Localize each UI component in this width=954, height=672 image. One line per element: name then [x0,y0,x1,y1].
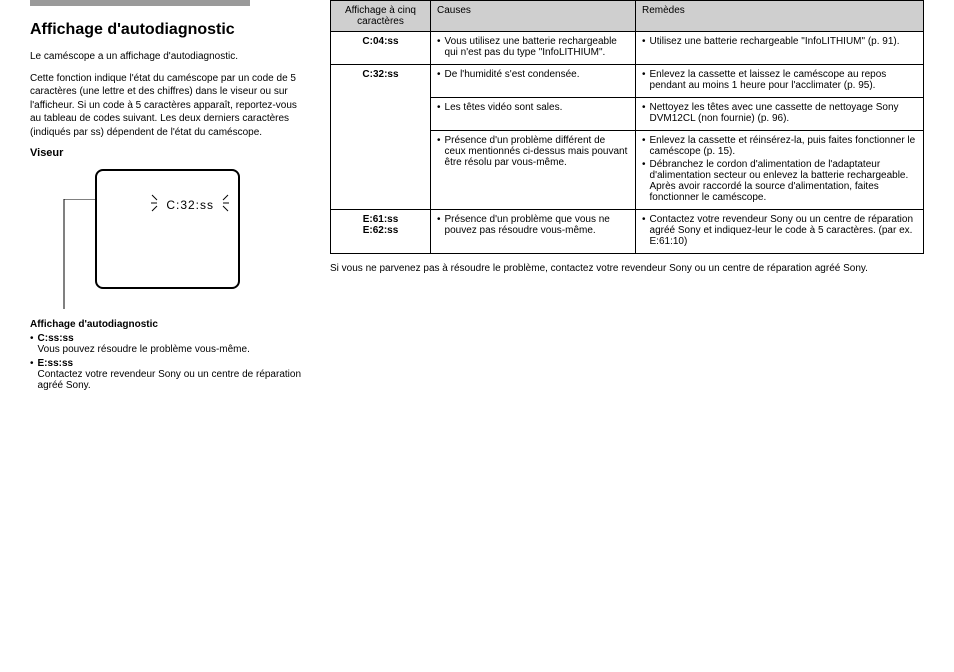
cause-text: De l'humidité s'est condensée. [445,69,580,80]
intro-paragraph-1: Le caméscope a un affichage d'autodiagno… [30,50,310,64]
fix-text: Utilisez une batterie rechargeable "Info… [650,36,900,47]
fix-text: Enlevez la cassette et laissez le camésc… [650,69,917,91]
section-heading: Affichage d'autodiagnostic [30,20,310,40]
cause-cell: Vous utilisez une batterie rechargeable … [431,32,636,65]
table-header-fix: Remèdes [636,1,924,32]
fix-text: Débranchez le cordon d'alimentation de l… [650,159,917,203]
code-cell: E:61:ss E:62:ss [331,210,431,254]
caption-desc-e: Contactez votre revendeur Sony ou un cen… [38,369,302,391]
caption-desc-c: Vous pouvez résoudre le problème vous-mê… [38,344,250,355]
fix-text: Nettoyez les têtes avec une cassette de … [650,102,917,124]
caption-code-e: E:ss:ss [38,358,74,369]
fix-cell: Contactez votre revendeur Sony ou un cen… [636,210,924,254]
leader-line [62,199,95,309]
cause-text: Vous utilisez une batterie rechargeable … [445,36,629,58]
fix-cell: Enlevez la cassette et réinsérez-la, pui… [636,131,924,210]
fix-text: Enlevez la cassette et réinsérez-la, pui… [650,135,917,157]
code-text: E:62:ss [363,225,399,236]
diagram-title: Viseur [30,147,310,159]
code-cell: C:04:ss [331,32,431,65]
code-text: E:61:ss [363,214,399,225]
viewfinder-diagram: C:32:ss [60,169,240,309]
fix-cell: Nettoyez les têtes avec une cassette de … [636,98,924,131]
table-row: E:61:ss E:62:ss Présence d'un problème q… [331,210,924,254]
section-bar [30,0,250,6]
cause-cell: Présence d'un problème différent de ceux… [431,131,636,210]
cause-cell: Les têtes vidéo sont sales. [431,98,636,131]
diagnostic-table: Affichage à cinq caractères Causes Remèd… [330,0,924,254]
cause-text: Présence d'un problème différent de ceux… [445,135,629,168]
code-display: C:32:ss [150,193,230,216]
cause-cell: De l'humidité s'est condensée. [431,65,636,98]
caption-code-c: C:ss:ss [38,333,74,344]
fix-cell: Utilisez une batterie rechargeable "Info… [636,32,924,65]
table-row: C:04:ss Vous utilisez une batterie recha… [331,32,924,65]
footer-note: Si vous ne parvenez pas à résoudre le pr… [330,262,924,276]
table-header-cause: Causes [431,1,636,32]
spark-left-icon [150,193,166,216]
fix-text: Contactez votre revendeur Sony ou un cen… [650,214,917,247]
table-header-code: Affichage à cinq caractères [331,1,431,32]
diagram-code-text: C:32:ss [166,198,214,212]
spark-right-icon [214,193,230,216]
table-row: C:32:ss De l'humidité s'est condensée. E… [331,65,924,98]
intro-paragraph-2: Cette fonction indique l'état du camésco… [30,72,310,140]
diagram-caption: Affichage d'autodiagnostic [30,319,310,330]
fix-cell: Enlevez la cassette et laissez le camésc… [636,65,924,98]
cause-text: Présence d'un problème que vous ne pouve… [445,214,629,236]
cause-text: Les têtes vidéo sont sales. [445,102,563,113]
code-cell: C:32:ss [331,65,431,210]
cause-cell: Présence d'un problème que vous ne pouve… [431,210,636,254]
